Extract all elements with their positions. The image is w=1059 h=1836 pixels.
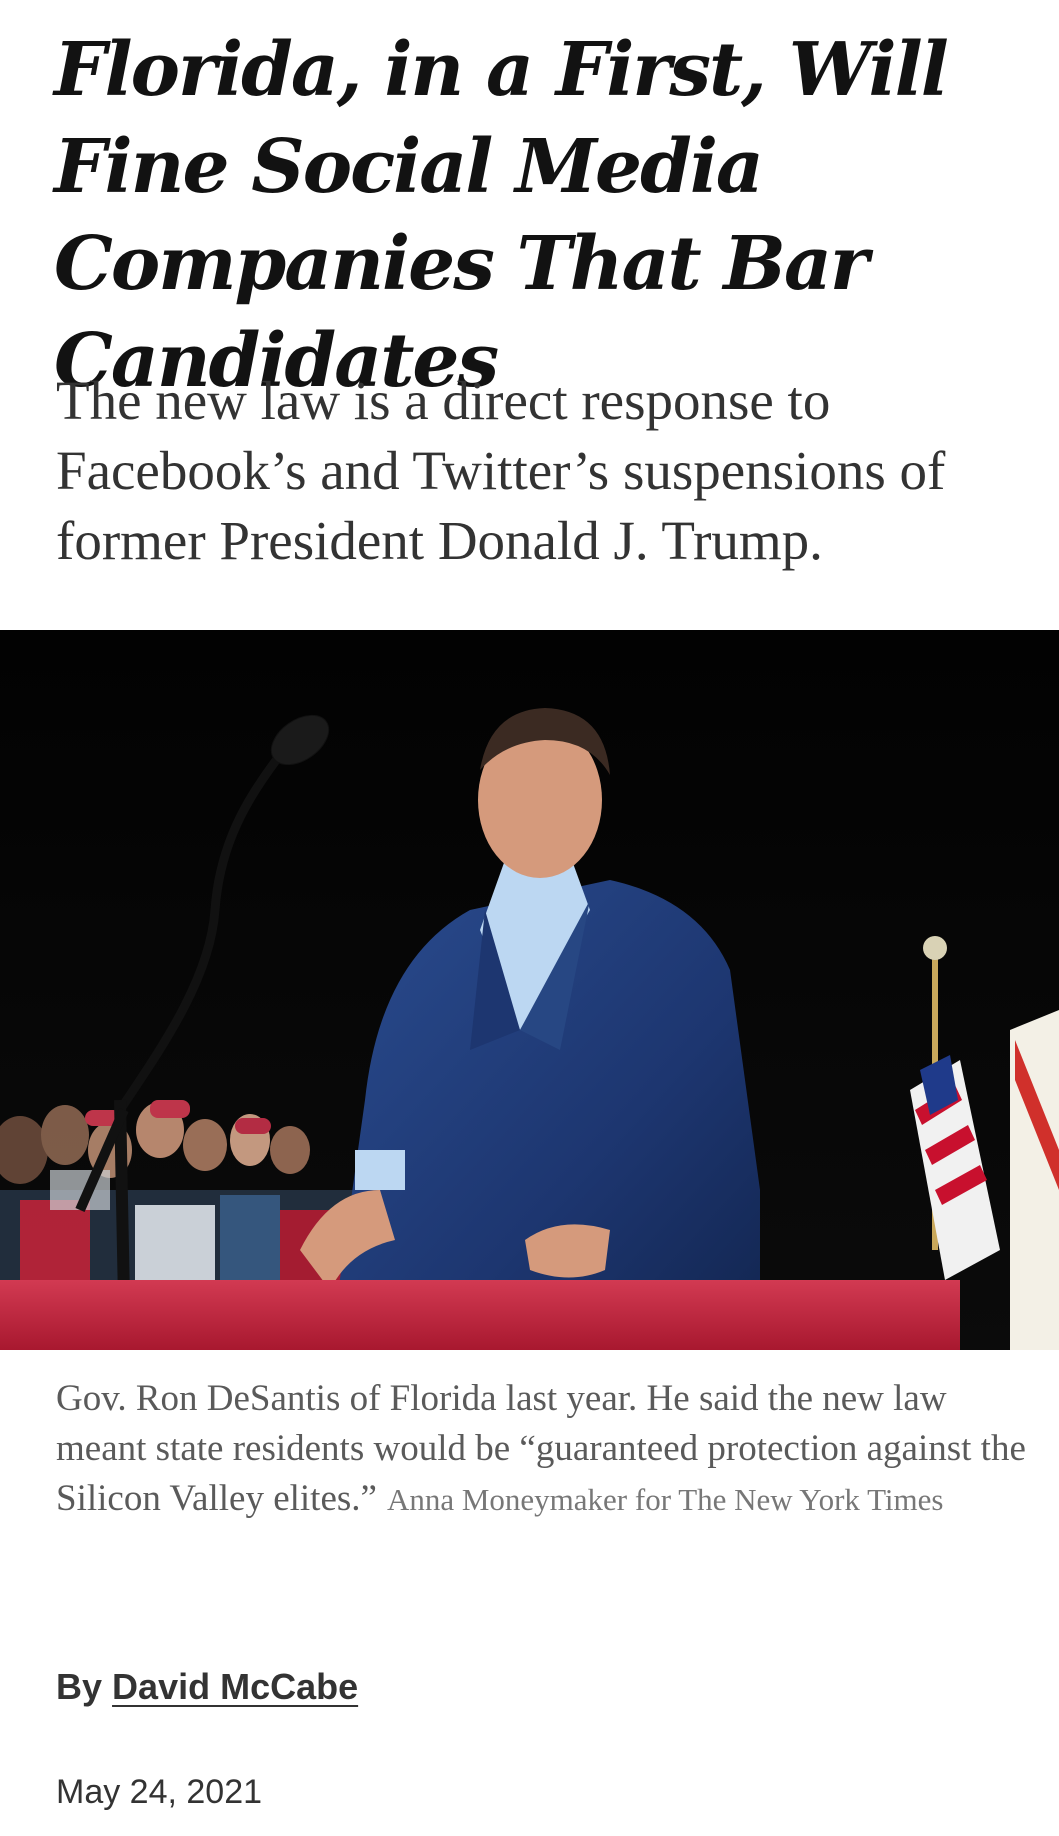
publish-date: May 24, 2021: [56, 1773, 263, 1811]
byline: By David McCabe: [56, 1665, 358, 1709]
podium: [0, 1280, 960, 1350]
photo-caption: Gov. Ron DeSantis of Florida last year. …: [56, 1374, 1036, 1525]
lead-photo[interactable]: [0, 630, 1059, 1350]
article-page: Florida, in a First, Will Fine Social Me…: [0, 0, 1059, 1836]
author-link[interactable]: David McCabe: [112, 1666, 358, 1707]
photo-credit: Anna Moneymaker for The New York Times: [386, 1482, 944, 1517]
byline-prefix: By: [56, 1666, 103, 1707]
headline: Florida, in a First, Will Fine Social Me…: [54, 27, 949, 404]
lead-photo-illustration: [0, 630, 1059, 1350]
summary: The new law is a direct response to Face…: [56, 370, 946, 571]
